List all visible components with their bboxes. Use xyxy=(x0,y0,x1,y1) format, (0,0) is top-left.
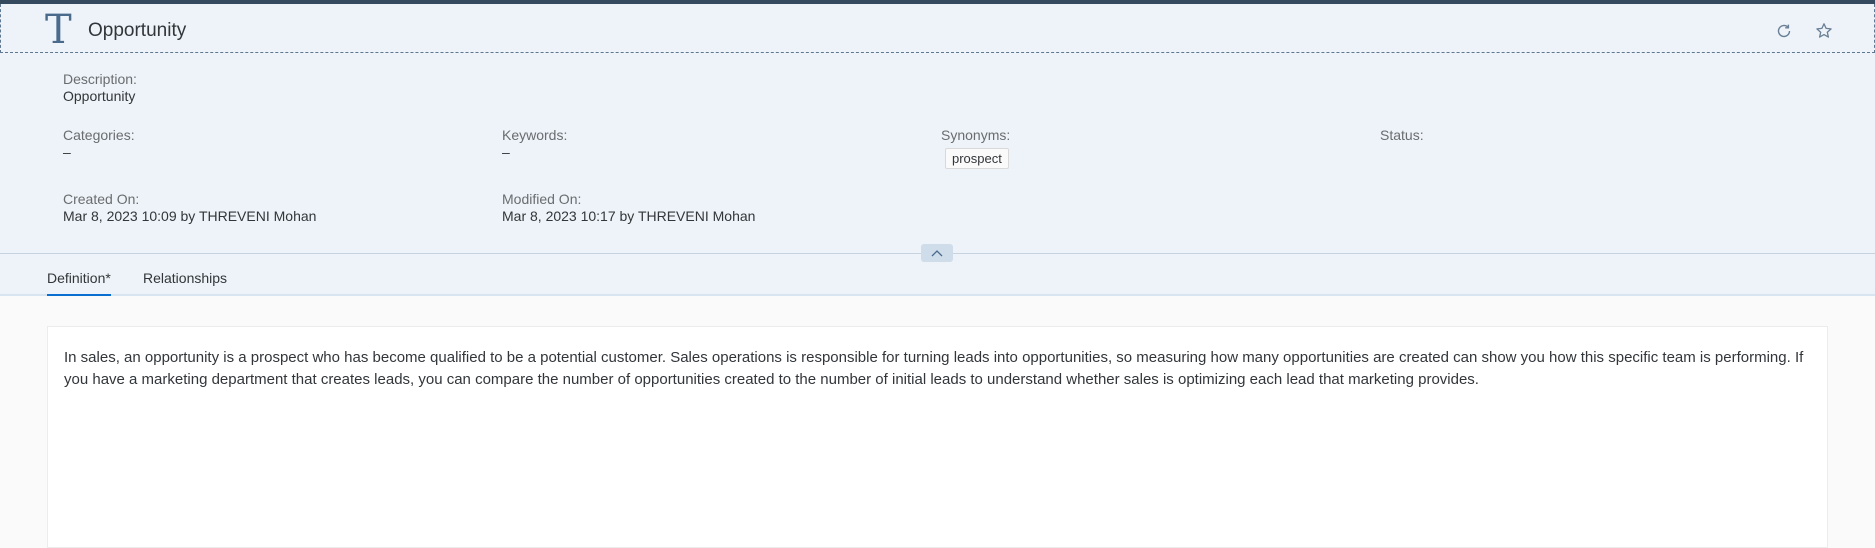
description-value: Opportunity xyxy=(63,88,136,104)
description-field: Description: Opportunity xyxy=(63,71,137,105)
keywords-field: Keywords: – xyxy=(502,127,567,161)
status-label: Status: xyxy=(1380,127,1424,143)
synonyms-label: Synonyms: xyxy=(941,127,1011,143)
favorite-button[interactable] xyxy=(1811,18,1837,44)
created-on-label: Created On: xyxy=(63,191,140,207)
created-on-value: Mar 8, 2023 10:09 by THREVENI Mohan xyxy=(63,208,317,224)
star-icon xyxy=(1816,23,1832,38)
created-on-field: Created On: Mar 8, 2023 10:09 by THREVEN… xyxy=(63,191,316,225)
keywords-label: Keywords: xyxy=(502,127,568,143)
tab-relationships[interactable]: Relationships xyxy=(143,270,227,294)
object-header: T Opportunity xyxy=(0,4,1875,53)
details-panel: Description: Opportunity Categories: – K… xyxy=(0,53,1875,254)
tab-definition[interactable]: Definition* xyxy=(47,270,111,296)
definition-text: In sales, an opportunity is a prospect w… xyxy=(64,349,1804,388)
definition-card: In sales, an opportunity is a prospect w… xyxy=(47,326,1828,548)
refresh-button[interactable] xyxy=(1771,18,1797,44)
collapse-header-button[interactable] xyxy=(921,244,953,262)
page-title: Opportunity xyxy=(88,20,187,41)
categories-value: – xyxy=(63,144,71,160)
categories-label: Categories: xyxy=(63,127,135,143)
synonym-token[interactable]: prospect xyxy=(945,148,1009,169)
description-label: Description: xyxy=(63,71,137,87)
term-type-icon: T xyxy=(45,7,72,53)
modified-on-field: Modified On: Mar 8, 2023 10:17 by THREVE… xyxy=(502,191,755,225)
modified-on-value: Mar 8, 2023 10:17 by THREVENI Mohan xyxy=(502,208,756,224)
modified-on-label: Modified On: xyxy=(502,191,582,207)
status-field: Status: xyxy=(1380,127,1424,144)
refresh-icon xyxy=(1777,24,1791,38)
chevron-up-icon xyxy=(931,250,943,257)
keywords-value: – xyxy=(502,144,510,160)
categories-field: Categories: – xyxy=(63,127,135,161)
synonyms-field: Synonyms: prospect xyxy=(941,127,1010,169)
